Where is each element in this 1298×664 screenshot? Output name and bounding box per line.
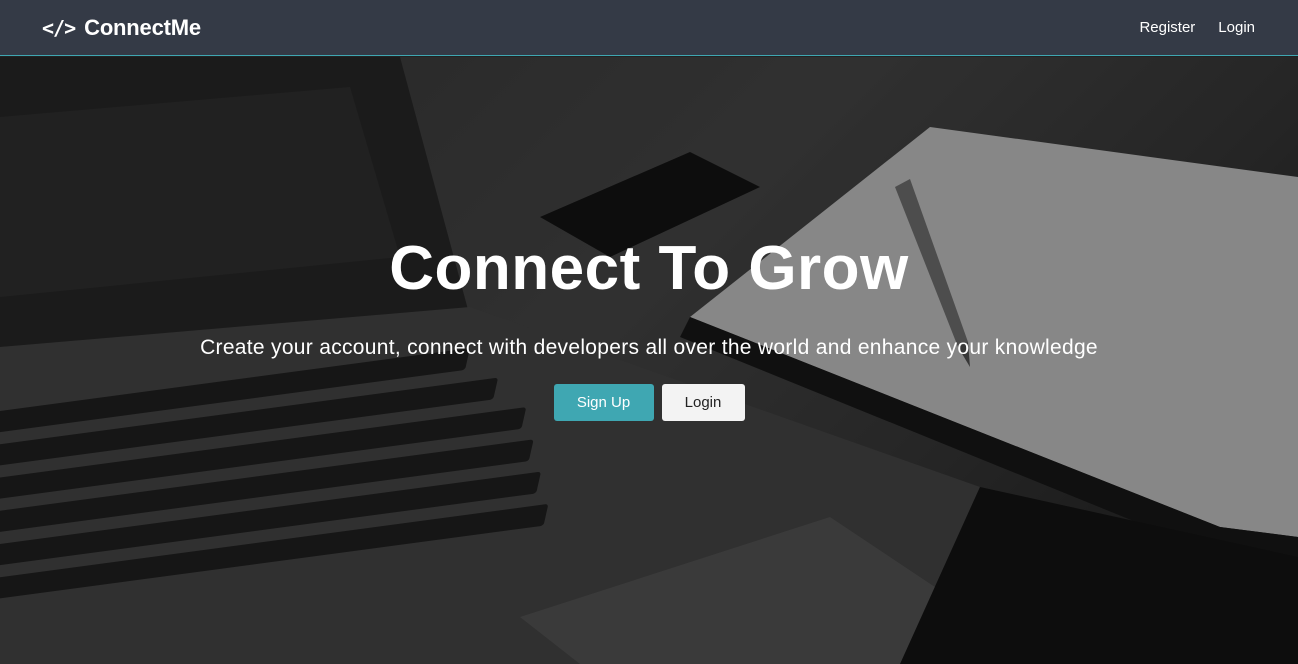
login-button[interactable]: Login (661, 384, 745, 421)
signup-button[interactable]: Sign Up (553, 384, 654, 421)
brand-name: ConnectMe (84, 14, 201, 40)
hero-section: Connect To Grow Create your account, con… (0, 57, 1298, 664)
navbar: </> ConnectMe Register Login (0, 0, 1298, 56)
brand-link[interactable]: </> ConnectMe (42, 15, 201, 41)
nav-register-link[interactable]: Register (1139, 19, 1195, 36)
nav-login-link[interactable]: Login (1218, 19, 1255, 36)
hero-buttons: Sign Up Login (0, 384, 1298, 421)
nav-links: Register Login (1116, 19, 1255, 36)
code-icon: </> (42, 15, 76, 40)
hero-title: Connect To Grow (389, 234, 909, 303)
hero-content: Connect To Grow Create your account, con… (0, 57, 1298, 664)
hero-subtitle: Create your account, connect with develo… (200, 336, 1098, 359)
